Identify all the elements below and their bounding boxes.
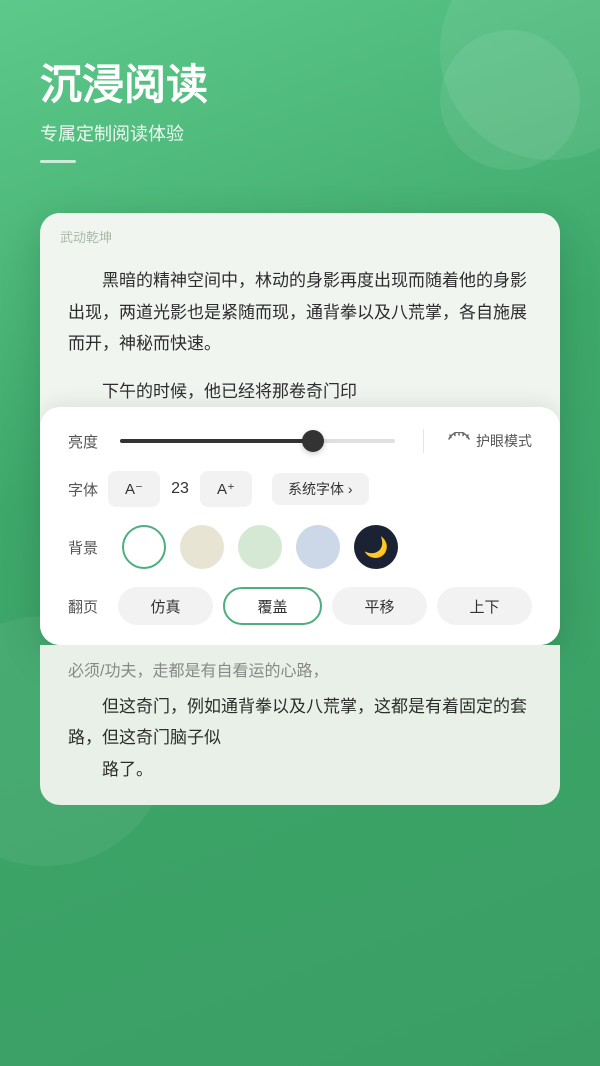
page-title: 沉浸阅读 [40,60,560,110]
bottom-reading: 必须/功夫，走都是有自看运的心路， 但这奇门，例如通背拳以及八荒掌，这都是有着固… [40,645,560,805]
moon-icon: 🌙 [364,535,389,560]
settings-panel: 亮度 护眼模式 [40,407,560,645]
bg-blue-option[interactable] [296,525,340,569]
bottom-line-1: 必须/功夫，走都是有自看运的心路， [68,657,532,687]
pageturn-slide-button[interactable]: 平移 [332,587,427,625]
pageturn-label: 翻页 [68,596,108,617]
header: 沉浸阅读 专属定制阅读体验 [0,0,600,193]
brightness-label: 亮度 [68,431,108,452]
header-line [40,160,76,163]
brightness-row: 亮度 护眼模式 [68,429,532,453]
eye-mode-label: 护眼模式 [476,431,532,451]
font-label: 字体 [68,479,108,500]
pageturn-vertical-button[interactable]: 上下 [437,587,532,625]
bottom-line-2: 但这奇门，例如通背拳以及八荒掌，这都是有着固定的套路，但这奇门脑子似 [68,691,532,754]
page-subtitle: 专属定制阅读体验 [40,120,560,146]
bg-white-option[interactable] [122,525,166,569]
bottom-text: 必须/功夫，走都是有自看运的心路， 但这奇门，例如通背拳以及八荒掌，这都是有着固… [68,657,532,785]
pageturn-cover-button[interactable]: 覆盖 [223,587,322,625]
font-row: 字体 A⁻ 23 A⁺ 系统字体 › [68,471,532,507]
reading-content: 黑暗的精神空间中，林动的身影再度出现而随着他的身影出现，两道光影也是紧随而现，通… [40,255,560,407]
bg-green-option[interactable] [238,525,282,569]
font-size-value: 23 [160,480,200,498]
divider [423,429,424,453]
pageturn-simulated-button[interactable]: 仿真 [118,587,213,625]
pageturn-row: 翻页 仿真 覆盖 平移 上下 [68,587,532,625]
font-family-button[interactable]: 系统字体 › [272,473,369,505]
bg-dark-option[interactable]: 🌙 [354,525,398,569]
font-controls: A⁻ 23 A⁺ [108,471,252,507]
book-title-bar: 武动乾坤 [40,213,560,255]
reading-paragraph-2: 下午的时候，他已经将那卷奇门印 [68,376,532,407]
reader-card: 武动乾坤 黑暗的精神空间中，林动的身影再度出现而随着他的身影出现，两道光影也是紧… [40,213,560,645]
brightness-thumb[interactable] [302,430,324,452]
bg-label: 背景 [68,537,108,558]
eye-icon [448,432,470,451]
bg-cream-option[interactable] [180,525,224,569]
font-increase-button[interactable]: A⁺ [200,471,252,507]
brightness-fill [120,439,313,443]
eye-mode[interactable]: 护眼模式 [448,431,532,451]
brightness-slider[interactable] [120,439,395,443]
font-decrease-button[interactable]: A⁻ [108,471,160,507]
bottom-line-3: 路了。 [68,754,532,785]
book-title: 武动乾坤 [60,230,112,245]
background-row: 背景 🌙 [68,525,532,569]
reading-paragraph-1: 黑暗的精神空间中，林动的身影再度出现而随着他的身影出现，两道光影也是紧随而现，通… [68,265,532,359]
